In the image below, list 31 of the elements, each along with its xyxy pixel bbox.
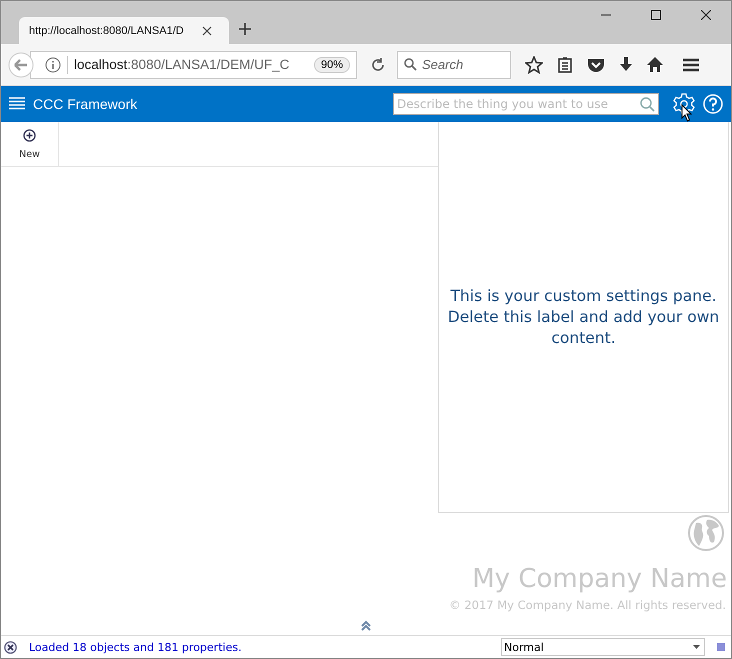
settings-label: This is your custom settings pane. Delete this label and add your own content. — [446, 286, 720, 348]
address-bar[interactable]: localhost:8080/LANSA1/DEM/UF_C 90% — [30, 50, 357, 78]
search-icon — [404, 58, 417, 71]
caret-icon — [693, 645, 700, 649]
download-icon[interactable] — [619, 56, 633, 72]
back-icon[interactable] — [8, 52, 34, 78]
chevron-up-icon[interactable] — [360, 620, 372, 632]
status-message: Loaded 18 objects and 181 properties. — [29, 640, 242, 654]
url-text: localhost:8080/LANSA1/DEM/UF_C — [74, 57, 290, 72]
app-title: CCC Framework — [33, 96, 138, 112]
new-tab-icon[interactable] — [239, 23, 251, 35]
status-square-icon — [717, 643, 725, 651]
globe-icon — [687, 514, 725, 552]
star-icon[interactable] — [525, 56, 543, 74]
settings-icon[interactable] — [673, 93, 695, 115]
home-icon[interactable] — [647, 57, 663, 72]
plus-icon — [23, 128, 36, 142]
info-icon[interactable] — [45, 56, 61, 72]
mode-select[interactable]: Normal — [501, 638, 705, 656]
close-icon[interactable] — [701, 10, 711, 20]
clipboard-icon[interactable] — [557, 56, 573, 72]
close-icon[interactable] — [4, 640, 17, 654]
menu-icon[interactable] — [683, 58, 699, 72]
search-field[interactable]: Search — [397, 50, 511, 78]
maximize-icon[interactable] — [651, 10, 661, 20]
zoom-badge[interactable]: 90% — [314, 56, 350, 72]
close-icon[interactable] — [202, 26, 212, 36]
help-icon[interactable] — [703, 94, 723, 114]
reload-icon[interactable] — [371, 58, 385, 72]
cursor-icon — [681, 104, 693, 122]
browser-tab[interactable]: http://localhost:8080/LANSA1/D — [19, 17, 229, 44]
